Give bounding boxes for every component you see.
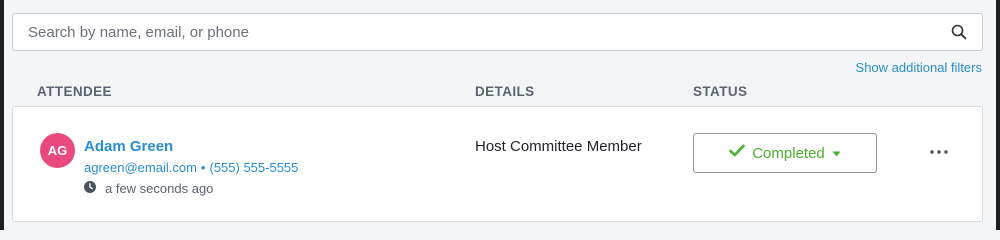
window-edge-left: [0, 0, 4, 230]
check-icon: [729, 144, 746, 162]
caret-down-icon: [832, 144, 841, 162]
attendee-contact: agreen@email.com • (555) 555-5555: [84, 160, 298, 175]
more-horizontal-icon[interactable]: [926, 142, 952, 162]
search-bar: [12, 13, 983, 51]
avatar: AG: [40, 133, 75, 168]
status-dropdown-button[interactable]: Completed: [693, 133, 877, 173]
window-edge-right: [996, 0, 1000, 230]
attendee-phone-link[interactable]: (555) 555-5555: [209, 160, 298, 175]
search-input[interactable]: [28, 23, 928, 41]
attendee-name-link[interactable]: Adam Green: [84, 138, 173, 155]
contact-separator: •: [200, 160, 206, 175]
attendee-row: AG Adam Green agreen@email.com • (555) 555…: [12, 106, 983, 222]
status-label: Completed: [752, 144, 825, 162]
attendee-details: Host Committee Member: [475, 138, 642, 155]
column-header-attendee: ATTENDEE: [37, 84, 112, 99]
clock-icon: [84, 181, 96, 196]
column-header-status: STATUS: [693, 84, 748, 99]
attendee-timestamp: a few seconds ago: [84, 181, 213, 196]
attendee-email-link[interactable]: agreen@email.com: [84, 160, 197, 175]
timestamp-text: a few seconds ago: [105, 181, 214, 196]
search-icon[interactable]: [950, 23, 968, 41]
column-header-details: DETAILS: [475, 84, 535, 99]
show-additional-filters-link[interactable]: Show additional filters: [856, 60, 982, 75]
